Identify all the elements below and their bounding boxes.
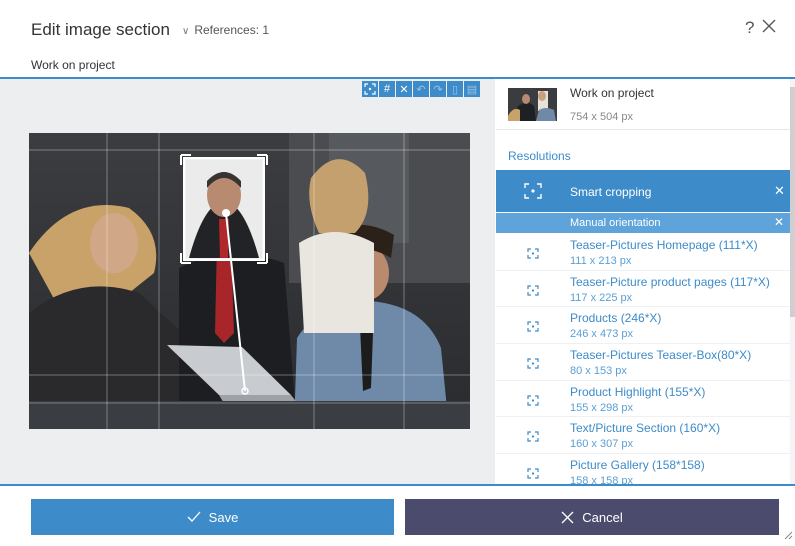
references-label: References: 1: [194, 23, 270, 37]
image-dimensions: 754 x 504 px: [570, 111, 633, 123]
smart-crop-icon: [527, 285, 539, 296]
checkmark-icon: [187, 511, 201, 522]
resolution-size: 155 x 298 px: [570, 401, 633, 414]
resolution-item[interactable]: Product Highlight (155*X) 155 x 298 px: [496, 381, 790, 418]
edit-image-section-dialog: Edit image section ∨ References: 1 ? Work…: [0, 0, 795, 546]
cancel-label: Cancel: [582, 509, 623, 525]
save-button[interactable]: Save: [31, 499, 394, 535]
undo-icon[interactable]: ↶: [413, 81, 429, 97]
close-icon[interactable]: [762, 19, 776, 33]
crop-icon[interactable]: #: [379, 81, 395, 97]
resolution-name: Teaser-Pictures Teaser-Box(80*X): [570, 348, 752, 363]
resolution-item[interactable]: Text/Picture Section (160*X) 160 x 307 p…: [496, 417, 790, 455]
resolution-item[interactable]: Teaser-Pictures Teaser-Box(80*X) 80 x 15…: [496, 344, 790, 381]
smart-crop-icon: [527, 321, 539, 332]
resolutions-scrollbar[interactable]: [790, 79, 795, 484]
close-icon: [561, 511, 574, 523]
smart-crop-icon: [524, 183, 542, 199]
dialog-title: Edit image section: [31, 20, 170, 39]
smart-crop-icon: [527, 431, 539, 443]
image-name: Work on project: [570, 86, 654, 100]
resolutions-panel: Work on project 754 x 504 px Resolutions…: [496, 79, 790, 484]
dialog-footer: Save Cancel: [0, 486, 795, 546]
resolution-size: 160 x 307 px: [570, 438, 633, 451]
resolution-name: Products (246*X): [570, 311, 662, 326]
manual-orientation-label: Manual orientation: [570, 217, 661, 229]
office-meeting-photo[interactable]: [29, 133, 470, 429]
dialog-header: Edit image section ∨ References: 1 ? Work…: [0, 0, 795, 72]
resolution-size: 111 x 213 px: [570, 255, 632, 267]
resolution-size: 80 x 153 px: [570, 365, 627, 378]
resolution-item[interactable]: Teaser-Picture product pages (117*X) 117…: [496, 271, 790, 308]
smart-crop-icon[interactable]: [362, 81, 378, 97]
resolution-item[interactable]: Products (246*X) 246 x 473 px: [496, 307, 790, 345]
split-icon[interactable]: ▤: [464, 81, 480, 97]
resolution-name: Text/Picture Section (160*X): [570, 421, 721, 436]
image-thumbnail: [508, 88, 557, 121]
smart-cropping-label: Smart cropping: [570, 185, 652, 199]
remove-smart-cropping-icon[interactable]: ✕: [774, 183, 785, 199]
resolution-name: Product Highlight (155*X): [570, 384, 706, 399]
image-title: Work on project: [31, 58, 115, 72]
help-button[interactable]: ?: [745, 18, 754, 38]
image-editor-canvas[interactable]: # ✕ ↶ ↷ ▯ ▤: [0, 79, 495, 484]
smart-cropping-item[interactable]: Smart cropping ✕: [496, 170, 790, 212]
divider: [496, 129, 790, 130]
smart-crop-icon: [527, 358, 539, 369]
chevron-down-icon: ∨: [182, 26, 190, 37]
resize-grip-icon[interactable]: [784, 531, 793, 540]
resolution-size: 246 x 473 px: [570, 328, 633, 341]
manual-orientation-item[interactable]: Manual orientation ✕: [496, 213, 790, 233]
resolutions-heading: Resolutions: [508, 149, 571, 163]
resolution-name: Teaser-Pictures Homepage (111*X): [570, 238, 758, 252]
smart-crop-icon: [527, 248, 539, 259]
resolution-item[interactable]: Teaser-Pictures Homepage (111*X) 111 x 2…: [496, 234, 790, 271]
smart-crop-icon: [527, 468, 539, 479]
redo-icon[interactable]: ↷: [430, 81, 446, 97]
remove-manual-orientation-icon[interactable]: ✕: [774, 215, 784, 229]
cancel-button[interactable]: Cancel: [405, 499, 779, 535]
resolution-item[interactable]: Picture Gallery (158*158) 158 x 158 px: [496, 454, 790, 484]
resolution-size: 117 x 225 px: [570, 291, 633, 304]
references-dropdown[interactable]: ∨ References: 1: [182, 23, 269, 37]
resolution-name: Picture Gallery (158*158): [570, 458, 705, 473]
editor-toolbar: # ✕ ↶ ↷ ▯ ▤: [362, 81, 480, 97]
flip-icon[interactable]: ▯: [447, 81, 463, 97]
resolution-name: Teaser-Picture product pages (117*X): [570, 274, 770, 289]
smart-crop-icon: [527, 395, 539, 406]
save-label: Save: [208, 509, 239, 525]
resolution-size: 158 x 158 px: [570, 475, 633, 484]
close-icon[interactable]: ✕: [396, 81, 412, 97]
resolutions-list: Teaser-Pictures Homepage (111*X) 111 x 2…: [496, 234, 790, 484]
scrollbar-thumb[interactable]: [790, 87, 795, 317]
